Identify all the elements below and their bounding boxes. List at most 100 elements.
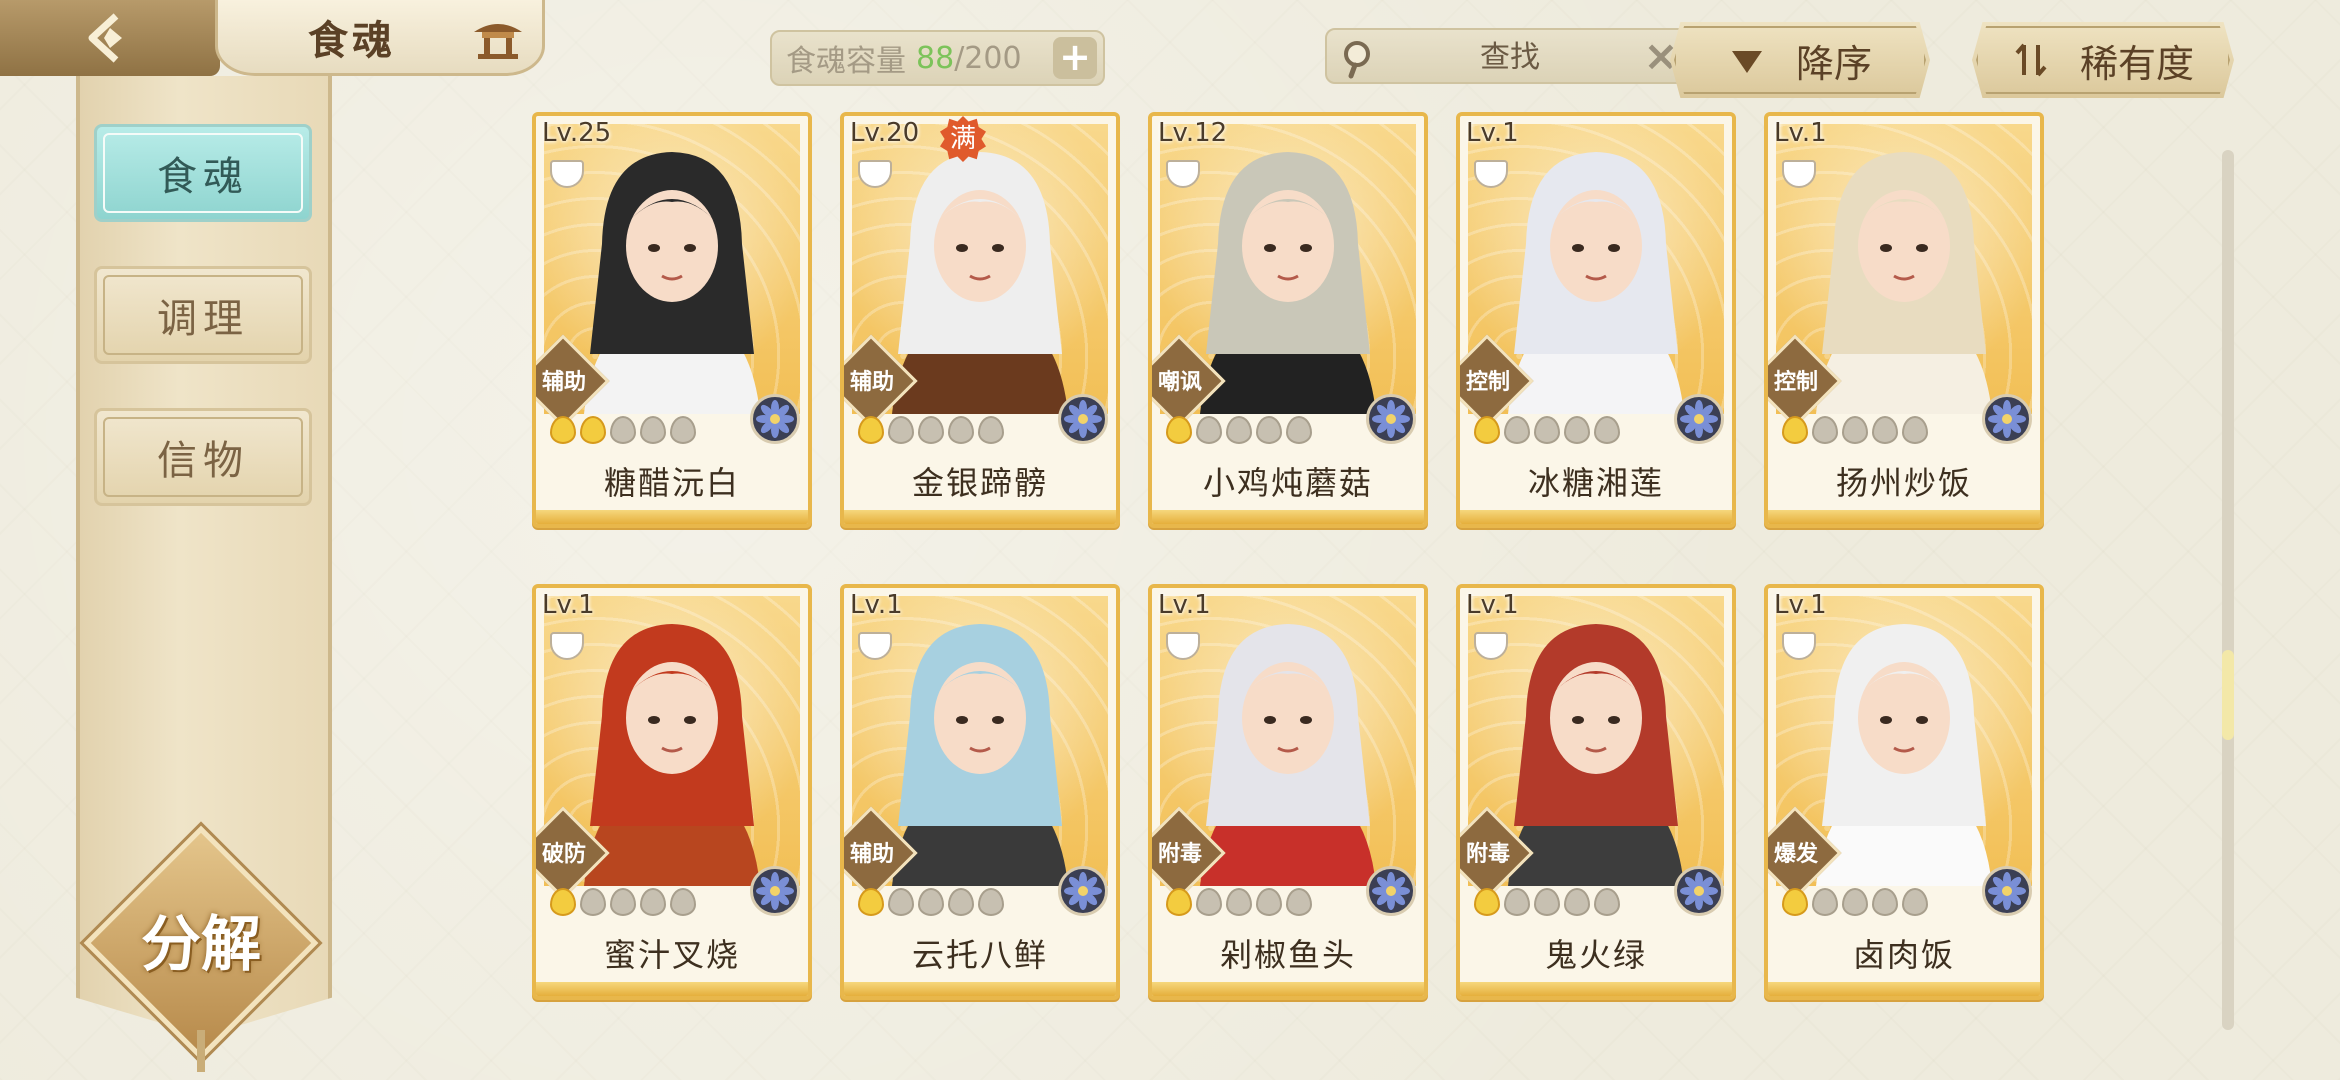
search-icon bbox=[1344, 41, 1370, 79]
flame-empty-icon bbox=[1902, 416, 1928, 444]
sidebar-item-cooking[interactable]: 调理 bbox=[94, 266, 312, 364]
card-level: Lv.1 bbox=[1466, 590, 1519, 620]
flame-empty-icon bbox=[1564, 416, 1590, 444]
food-soul-card[interactable]: Lv.1 控制 扬州炒饭 bbox=[1764, 112, 2044, 528]
sort-order-button[interactable]: 降序 bbox=[1670, 22, 1930, 98]
card-name: 鬼火绿 bbox=[1544, 936, 1647, 974]
flame-empty-icon bbox=[978, 416, 1004, 444]
card-footer bbox=[1768, 510, 2040, 524]
star-rating bbox=[1166, 888, 1312, 918]
sort-field-label: 稀有度 bbox=[2079, 41, 2194, 86]
star-rating bbox=[1782, 888, 1928, 918]
flame-empty-icon bbox=[1256, 888, 1282, 916]
flower-emblem-icon bbox=[750, 866, 800, 916]
flame-empty-icon bbox=[1226, 888, 1252, 916]
flame-empty-icon bbox=[610, 416, 636, 444]
card-footer bbox=[1152, 982, 1424, 996]
capacity-current: 88 bbox=[916, 40, 955, 76]
sidebar-item-label: 食魂 bbox=[157, 154, 249, 200]
flame-empty-icon bbox=[1594, 888, 1620, 916]
flame-empty-icon bbox=[948, 416, 974, 444]
card-footer bbox=[1460, 982, 1732, 996]
food-soul-card[interactable]: Lv.1 爆发 卤肉饭 bbox=[1764, 584, 2044, 1000]
card-level: Lv.1 bbox=[1466, 118, 1519, 148]
flame-empty-icon bbox=[1564, 888, 1590, 916]
card-level: Lv.20 bbox=[850, 118, 920, 148]
star-rating bbox=[1474, 416, 1620, 446]
card-level: Lv.12 bbox=[1158, 118, 1228, 148]
sidebar-item-tokens[interactable]: 信物 bbox=[94, 408, 312, 506]
role-label: 破防 bbox=[541, 842, 586, 867]
card-name: 金银蹄髈 bbox=[911, 464, 1048, 502]
food-soul-card[interactable]: Lv.1 控制 冰糖湘莲 bbox=[1456, 112, 1736, 528]
card-name: 卤肉饭 bbox=[1852, 936, 1955, 974]
flame-lit-icon bbox=[1474, 416, 1500, 444]
flame-empty-icon bbox=[1196, 888, 1222, 916]
star-rating bbox=[1166, 416, 1312, 446]
role-label: 辅助 bbox=[541, 370, 586, 395]
card-footer bbox=[1768, 982, 2040, 996]
flower-emblem-icon bbox=[1982, 394, 2032, 444]
sidebar-item-label: 信物 bbox=[157, 438, 249, 484]
card-level: Lv.1 bbox=[1158, 590, 1211, 620]
flame-empty-icon bbox=[948, 888, 974, 916]
role-label: 附毒 bbox=[1465, 842, 1510, 867]
flame-empty-icon bbox=[918, 888, 944, 916]
flame-empty-icon bbox=[1504, 888, 1530, 916]
flame-lit-icon bbox=[1782, 416, 1808, 444]
flower-emblem-icon bbox=[750, 394, 800, 444]
food-soul-grid: Lv.25 辅助 糖醋沅白 Lv.20 满辅助 金银蹄髈 Lv.12 嘲讽 小鸡炖蘑菇 Lv.1 控… bbox=[532, 112, 2044, 1002]
role-label: 辅助 bbox=[849, 842, 894, 867]
star-rating bbox=[550, 416, 696, 446]
flame-empty-icon bbox=[1534, 888, 1560, 916]
sort-field-button[interactable]: 稀有度 bbox=[1972, 22, 2234, 98]
card-footer bbox=[1460, 510, 1732, 524]
capacity-max: /200 bbox=[954, 40, 1022, 76]
food-soul-card[interactable]: Lv.1 附毒鬼火绿 bbox=[1456, 584, 1736, 1000]
sidebar-item-food-souls[interactable]: 食魂 bbox=[94, 124, 312, 222]
card-footer bbox=[536, 982, 808, 996]
page-title: 食魂 bbox=[308, 17, 396, 64]
flame-empty-icon bbox=[1872, 888, 1898, 916]
flame-empty-icon bbox=[918, 416, 944, 444]
back-button[interactable] bbox=[0, 0, 220, 76]
card-level: Lv.1 bbox=[1774, 590, 1827, 620]
flame-lit-icon bbox=[858, 888, 884, 916]
decompose-label[interactable]: 分解 bbox=[118, 900, 284, 990]
card-name: 扬州炒饭 bbox=[1835, 464, 1972, 502]
scrollbar-thumb[interactable] bbox=[2222, 650, 2234, 740]
flame-empty-icon bbox=[670, 888, 696, 916]
back-arrow-icon bbox=[88, 13, 122, 63]
sort-order-label: 降序 bbox=[1795, 41, 1872, 86]
flame-lit-icon bbox=[1166, 888, 1192, 916]
flame-empty-icon bbox=[640, 888, 666, 916]
food-soul-card[interactable]: Lv.12 嘲讽 小鸡炖蘑菇 bbox=[1148, 112, 1428, 528]
card-level: Lv.25 bbox=[542, 118, 612, 148]
flame-empty-icon bbox=[610, 888, 636, 916]
star-rating bbox=[858, 416, 1004, 446]
food-soul-card[interactable]: Lv.1 破防 蜜汁叉烧 bbox=[532, 584, 812, 1000]
star-rating bbox=[1474, 888, 1620, 918]
food-soul-card[interactable]: Lv.1 辅助 云托八鲜 bbox=[840, 584, 1120, 1000]
scrollbar[interactable] bbox=[2222, 150, 2234, 1030]
flame-empty-icon bbox=[1872, 416, 1898, 444]
flame-empty-icon bbox=[670, 416, 696, 444]
card-footer bbox=[844, 982, 1116, 996]
card-level: Lv.1 bbox=[542, 590, 595, 620]
pavilion-icon[interactable] bbox=[470, 14, 526, 62]
food-soul-card[interactable]: Lv.20 满辅助 金银蹄髈 bbox=[840, 112, 1120, 528]
card-name: 云托八鲜 bbox=[911, 936, 1048, 974]
capacity-label: 食魂容量 bbox=[786, 44, 906, 79]
card-name: 糖醋沅白 bbox=[603, 464, 740, 502]
flame-empty-icon bbox=[1812, 888, 1838, 916]
food-soul-card[interactable]: Lv.25 辅助糖醋沅白 bbox=[532, 112, 812, 528]
flame-empty-icon bbox=[1256, 416, 1282, 444]
flower-emblem-icon bbox=[1674, 866, 1724, 916]
flame-empty-icon bbox=[888, 416, 914, 444]
food-soul-card[interactable]: Lv.1 附毒 剁椒鱼头 bbox=[1148, 584, 1428, 1000]
flame-empty-icon bbox=[1812, 416, 1838, 444]
add-capacity-button[interactable]: + bbox=[1053, 37, 1097, 79]
role-label: 附毒 bbox=[1157, 842, 1202, 867]
search-input[interactable] bbox=[1387, 36, 1633, 78]
star-rating bbox=[1782, 416, 1928, 446]
